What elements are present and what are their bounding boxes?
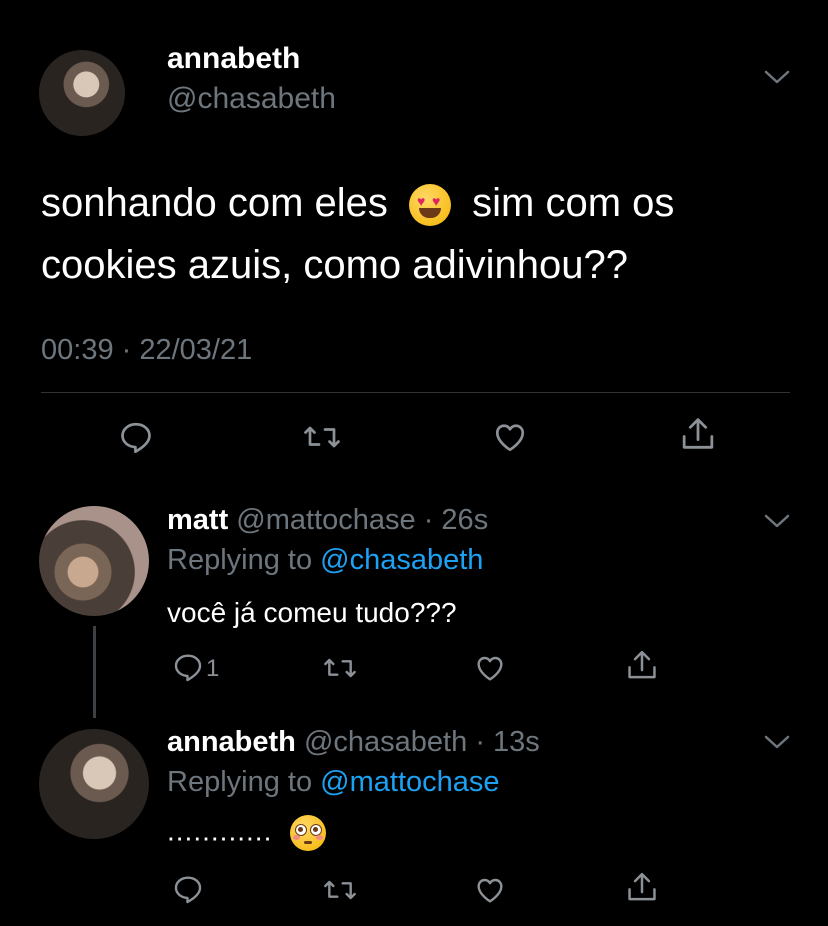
tweet-text-part2: sim com os	[472, 181, 675, 225]
tweet-text-line2: cookies azuis, como adivinhou??	[41, 243, 629, 287]
retweet-icon[interactable]	[302, 419, 342, 455]
author-handle[interactable]: @chasabeth	[167, 82, 336, 116]
like-icon[interactable]	[473, 874, 507, 906]
tweet-timestamp[interactable]: 00:39 · 22/03/21	[41, 334, 252, 367]
replying-to-prefix: Replying to	[167, 544, 313, 576]
reply-time[interactable]: · 13s	[475, 726, 539, 758]
share-icon[interactable]	[625, 648, 659, 684]
reply-author-name[interactable]: matt	[167, 504, 228, 536]
reply-icon[interactable]	[172, 651, 204, 683]
chevron-down-icon[interactable]	[763, 733, 791, 751]
reply-author-handle[interactable]: @chasabeth	[304, 726, 467, 758]
chevron-down-icon[interactable]	[763, 512, 791, 530]
divider	[41, 392, 790, 393]
reply-text-dots: ............	[167, 815, 273, 847]
thread-line	[93, 626, 96, 718]
reply-header: matt @mattochase · 26s	[167, 504, 488, 537]
retweet-icon[interactable]	[322, 652, 358, 684]
reply-icon[interactable]	[118, 419, 154, 455]
chevron-down-icon[interactable]	[763, 68, 791, 86]
replying-to: Replying to @chasabeth	[167, 544, 483, 577]
like-icon[interactable]	[491, 419, 529, 455]
tweet-text-part1: sonhando com eles	[41, 181, 388, 225]
tweet-text: sonhando com eles ♥ ♥ sim com os cookies…	[41, 172, 801, 296]
reply-header: annabeth @chasabeth · 13s	[167, 726, 540, 759]
reply-text: ............	[167, 815, 327, 851]
flushed-emoji-icon	[290, 815, 327, 851]
heart-eyes-emoji-icon: ♥ ♥	[409, 184, 452, 227]
share-icon[interactable]	[625, 870, 659, 906]
avatar[interactable]	[39, 50, 125, 136]
reply-time[interactable]: · 26s	[424, 504, 488, 536]
replying-to-prefix: Replying to	[167, 766, 313, 798]
like-icon[interactable]	[473, 652, 507, 684]
replying-to-link[interactable]: @mattochase	[320, 766, 499, 798]
avatar[interactable]	[39, 729, 149, 839]
retweet-icon[interactable]	[322, 874, 358, 906]
reply-icon[interactable]	[172, 873, 204, 905]
reply-author-handle[interactable]: @mattochase	[236, 504, 415, 536]
replying-to-link[interactable]: @chasabeth	[320, 544, 483, 576]
reply-count: 1	[206, 655, 220, 682]
replying-to: Replying to @mattochase	[167, 766, 500, 799]
avatar[interactable]	[39, 506, 149, 616]
author-name[interactable]: annabeth	[167, 42, 300, 76]
reply-text: você já comeu tudo???	[167, 597, 457, 628]
share-icon[interactable]	[679, 415, 717, 455]
reply-author-name[interactable]: annabeth	[167, 726, 296, 758]
